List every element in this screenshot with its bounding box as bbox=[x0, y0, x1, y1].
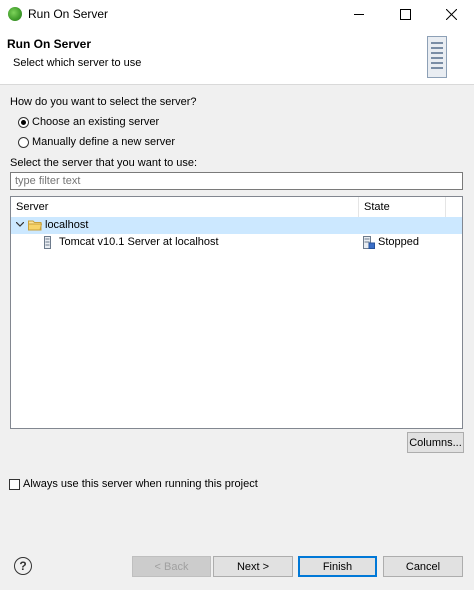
column-header-server[interactable]: Server bbox=[11, 197, 359, 217]
server-state: Stopped bbox=[378, 236, 419, 248]
title-bar: Run On Server bbox=[0, 0, 474, 28]
server-table[interactable]: Server State localhost Tomcat v10.1 Serv… bbox=[10, 196, 463, 429]
banner-description: Select which server to use bbox=[13, 57, 142, 69]
wizard-banner: Run On Server Select which server to use bbox=[0, 28, 474, 85]
column-header-state[interactable]: State bbox=[359, 197, 446, 217]
server-name: localhost bbox=[45, 219, 89, 231]
maximize-button[interactable] bbox=[382, 0, 428, 28]
radio-existing-indicator[interactable] bbox=[18, 117, 29, 128]
radio-manual-indicator[interactable] bbox=[18, 137, 29, 148]
server-wizard-icon bbox=[427, 36, 447, 78]
radio-manual-label: Manually define a new server bbox=[32, 136, 176, 148]
always-use-checkbox-box[interactable] bbox=[9, 479, 20, 490]
banner-title: Run On Server bbox=[7, 37, 92, 51]
minimize-button[interactable] bbox=[336, 0, 382, 28]
server-list-label: Select the server that you want to use: bbox=[10, 157, 198, 169]
always-use-checkbox[interactable]: Always use this server when running this… bbox=[9, 478, 269, 491]
finish-button[interactable]: Finish bbox=[298, 556, 377, 577]
table-header: Server State bbox=[11, 197, 462, 218]
chevron-down-icon[interactable] bbox=[16, 222, 24, 228]
filter-input[interactable] bbox=[10, 172, 463, 190]
server-icon bbox=[44, 236, 51, 249]
selection-question: How do you want to select the server? bbox=[10, 96, 197, 108]
server-stopped-icon bbox=[363, 236, 375, 249]
close-button[interactable] bbox=[428, 0, 474, 28]
folder-icon bbox=[28, 220, 42, 231]
close-icon bbox=[445, 8, 457, 20]
radio-manual-server[interactable]: Manually define a new server bbox=[18, 136, 178, 149]
eclipse-logo-icon bbox=[8, 7, 22, 21]
back-button[interactable]: < Back bbox=[132, 556, 211, 577]
window-title: Run On Server bbox=[28, 7, 109, 21]
next-button[interactable]: Next > bbox=[213, 556, 293, 577]
table-row-localhost[interactable]: localhost bbox=[11, 217, 462, 234]
server-name: Tomcat v10.1 Server at localhost bbox=[59, 236, 219, 248]
table-row-tomcat[interactable]: Tomcat v10.1 Server at localhost Stopped bbox=[11, 234, 462, 251]
always-use-label: Always use this server when running this… bbox=[23, 478, 258, 490]
help-icon[interactable]: ? bbox=[14, 557, 32, 575]
columns-button[interactable]: Columns... bbox=[407, 432, 464, 453]
radio-existing-server[interactable]: Choose an existing server bbox=[18, 116, 168, 129]
radio-existing-label: Choose an existing server bbox=[32, 116, 160, 128]
cancel-button[interactable]: Cancel bbox=[383, 556, 463, 577]
